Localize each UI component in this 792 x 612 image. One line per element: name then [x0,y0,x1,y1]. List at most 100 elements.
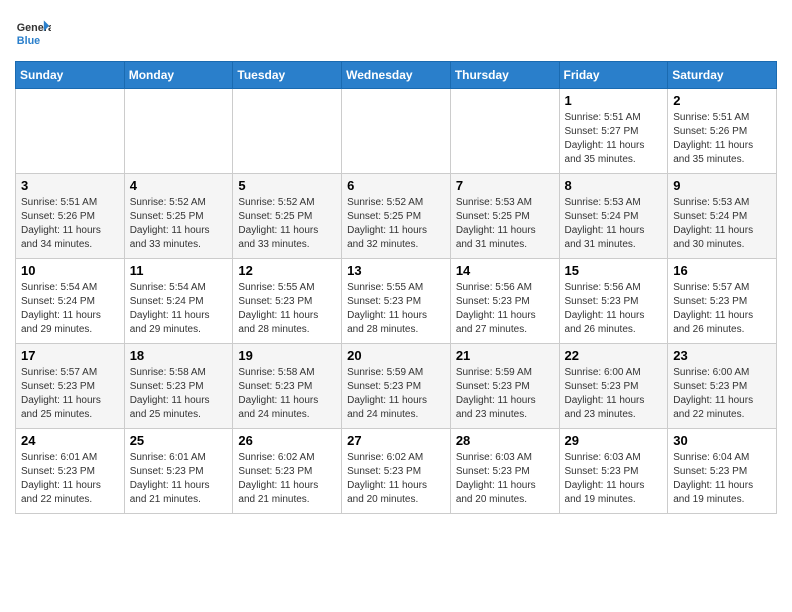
logo: GeneralBlue [15,15,51,51]
day-number: 2 [673,93,771,108]
calendar-cell: 10 Sunrise: 5:54 AM Sunset: 5:24 PM Dayli… [16,259,125,344]
calendar-cell: 20 Sunrise: 5:59 AM Sunset: 5:23 PM Dayli… [342,344,451,429]
calendar-week-1: 1 Sunrise: 5:51 AM Sunset: 5:27 PM Daylig… [16,89,777,174]
day-number: 19 [238,348,336,363]
weekday-header-wednesday: Wednesday [342,62,451,89]
day-number: 15 [565,263,663,278]
calendar-cell: 16 Sunrise: 5:57 AM Sunset: 5:23 PM Dayli… [668,259,777,344]
page-header: GeneralBlue [15,15,777,51]
day-number: 13 [347,263,445,278]
day-info: Sunrise: 5:51 AM Sunset: 5:26 PM Dayligh… [21,196,119,252]
day-info: Sunrise: 5:51 AM Sunset: 5:26 PM Dayligh… [673,111,771,167]
calendar-cell: 18 Sunrise: 5:58 AM Sunset: 5:23 PM Dayli… [124,344,233,429]
day-info: Sunrise: 5:54 AM Sunset: 5:24 PM Dayligh… [130,281,228,337]
day-info: Sunrise: 6:01 AM Sunset: 5:23 PM Dayligh… [130,451,228,507]
calendar-cell [342,89,451,174]
day-info: Sunrise: 5:52 AM Sunset: 5:25 PM Dayligh… [130,196,228,252]
day-info: Sunrise: 5:57 AM Sunset: 5:23 PM Dayligh… [21,366,119,422]
calendar-cell: 11 Sunrise: 5:54 AM Sunset: 5:24 PM Dayli… [124,259,233,344]
calendar-cell: 3 Sunrise: 5:51 AM Sunset: 5:26 PM Daylig… [16,174,125,259]
calendar-cell: 24 Sunrise: 6:01 AM Sunset: 5:23 PM Dayli… [16,429,125,514]
day-info: Sunrise: 5:53 AM Sunset: 5:25 PM Dayligh… [456,196,554,252]
calendar-cell: 4Sunrise: 5:52 AM Sunset: 5:25 PM Daylig… [124,174,233,259]
day-info: Sunrise: 5:56 AM Sunset: 5:23 PM Dayligh… [565,281,663,337]
calendar-week-3: 10 Sunrise: 5:54 AM Sunset: 5:24 PM Dayli… [16,259,777,344]
day-number: 3 [21,178,119,193]
day-number: 12 [238,263,336,278]
calendar-week-4: 17 Sunrise: 5:57 AM Sunset: 5:23 PM Dayli… [16,344,777,429]
calendar-week-5: 24 Sunrise: 6:01 AM Sunset: 5:23 PM Dayli… [16,429,777,514]
calendar-cell: 5 Sunrise: 5:52 AM Sunset: 5:25 PM Daylig… [233,174,342,259]
calendar-cell [450,89,559,174]
calendar-cell [124,89,233,174]
day-number: 20 [347,348,445,363]
day-number: 8 [565,178,663,193]
day-number: 16 [673,263,771,278]
day-info: Sunrise: 5:58 AM Sunset: 5:23 PM Dayligh… [130,366,228,422]
day-info: Sunrise: 5:59 AM Sunset: 5:23 PM Dayligh… [456,366,554,422]
day-info: Sunrise: 5:58 AM Sunset: 5:23 PM Dayligh… [238,366,336,422]
calendar-cell: 28 Sunrise: 6:03 AM Sunset: 5:23 PM Dayli… [450,429,559,514]
day-info: Sunrise: 6:00 AM Sunset: 5:23 PM Dayligh… [673,366,771,422]
day-number: 24 [21,433,119,448]
calendar-cell: 29 Sunrise: 6:03 AM Sunset: 5:23 PM Dayli… [559,429,668,514]
day-number: 11 [130,263,228,278]
calendar-table: SundayMondayTuesdayWednesdayThursdayFrid… [15,61,777,514]
calendar-cell: 7 Sunrise: 5:53 AM Sunset: 5:25 PM Daylig… [450,174,559,259]
day-info: Sunrise: 5:52 AM Sunset: 5:25 PM Dayligh… [347,196,445,252]
day-number: 6 [347,178,445,193]
svg-text:Blue: Blue [17,35,40,47]
calendar-cell: 26Sunrise: 6:02 AM Sunset: 5:23 PM Dayli… [233,429,342,514]
day-info: Sunrise: 5:51 AM Sunset: 5:27 PM Dayligh… [565,111,663,167]
day-info: Sunrise: 5:54 AM Sunset: 5:24 PM Dayligh… [21,281,119,337]
calendar-cell: 1 Sunrise: 5:51 AM Sunset: 5:27 PM Daylig… [559,89,668,174]
calendar-cell: 30Sunrise: 6:04 AM Sunset: 5:23 PM Dayli… [668,429,777,514]
day-number: 1 [565,93,663,108]
day-info: Sunrise: 6:03 AM Sunset: 5:23 PM Dayligh… [565,451,663,507]
day-info: Sunrise: 5:55 AM Sunset: 5:23 PM Dayligh… [238,281,336,337]
weekday-header-saturday: Saturday [668,62,777,89]
day-number: 26 [238,433,336,448]
calendar-cell: 23 Sunrise: 6:00 AM Sunset: 5:23 PM Dayli… [668,344,777,429]
day-info: Sunrise: 5:59 AM Sunset: 5:23 PM Dayligh… [347,366,445,422]
calendar-cell: 9 Sunrise: 5:53 AM Sunset: 5:24 PM Daylig… [668,174,777,259]
calendar-cell [16,89,125,174]
day-number: 7 [456,178,554,193]
day-number: 18 [130,348,228,363]
day-info: Sunrise: 5:52 AM Sunset: 5:25 PM Dayligh… [238,196,336,252]
day-info: Sunrise: 6:00 AM Sunset: 5:23 PM Dayligh… [565,366,663,422]
weekday-header-friday: Friday [559,62,668,89]
calendar-header: SundayMondayTuesdayWednesdayThursdayFrid… [16,62,777,89]
day-number: 10 [21,263,119,278]
day-number: 28 [456,433,554,448]
calendar-cell: 27Sunrise: 6:02 AM Sunset: 5:23 PM Dayli… [342,429,451,514]
calendar-cell: 17 Sunrise: 5:57 AM Sunset: 5:23 PM Dayli… [16,344,125,429]
day-number: 5 [238,178,336,193]
day-number: 23 [673,348,771,363]
calendar-cell [233,89,342,174]
calendar-cell: 21Sunrise: 5:59 AM Sunset: 5:23 PM Dayli… [450,344,559,429]
weekday-header-thursday: Thursday [450,62,559,89]
day-number: 29 [565,433,663,448]
calendar-cell: 22 Sunrise: 6:00 AM Sunset: 5:23 PM Dayli… [559,344,668,429]
day-info: Sunrise: 5:53 AM Sunset: 5:24 PM Dayligh… [673,196,771,252]
calendar-cell: 15 Sunrise: 5:56 AM Sunset: 5:23 PM Dayli… [559,259,668,344]
calendar-cell: 6 Sunrise: 5:52 AM Sunset: 5:25 PM Daylig… [342,174,451,259]
day-number: 9 [673,178,771,193]
day-info: Sunrise: 6:03 AM Sunset: 5:23 PM Dayligh… [456,451,554,507]
day-info: Sunrise: 6:01 AM Sunset: 5:23 PM Dayligh… [21,451,119,507]
calendar-cell: 13Sunrise: 5:55 AM Sunset: 5:23 PM Dayli… [342,259,451,344]
weekday-header-tuesday: Tuesday [233,62,342,89]
weekday-row: SundayMondayTuesdayWednesdayThursdayFrid… [16,62,777,89]
day-info: Sunrise: 5:56 AM Sunset: 5:23 PM Dayligh… [456,281,554,337]
calendar-cell: 19 Sunrise: 5:58 AM Sunset: 5:23 PM Dayli… [233,344,342,429]
day-number: 27 [347,433,445,448]
day-number: 30 [673,433,771,448]
day-info: Sunrise: 5:57 AM Sunset: 5:23 PM Dayligh… [673,281,771,337]
day-number: 14 [456,263,554,278]
weekday-header-sunday: Sunday [16,62,125,89]
logo-icon: GeneralBlue [15,15,51,51]
day-number: 17 [21,348,119,363]
calendar-week-2: 3 Sunrise: 5:51 AM Sunset: 5:26 PM Daylig… [16,174,777,259]
day-number: 22 [565,348,663,363]
